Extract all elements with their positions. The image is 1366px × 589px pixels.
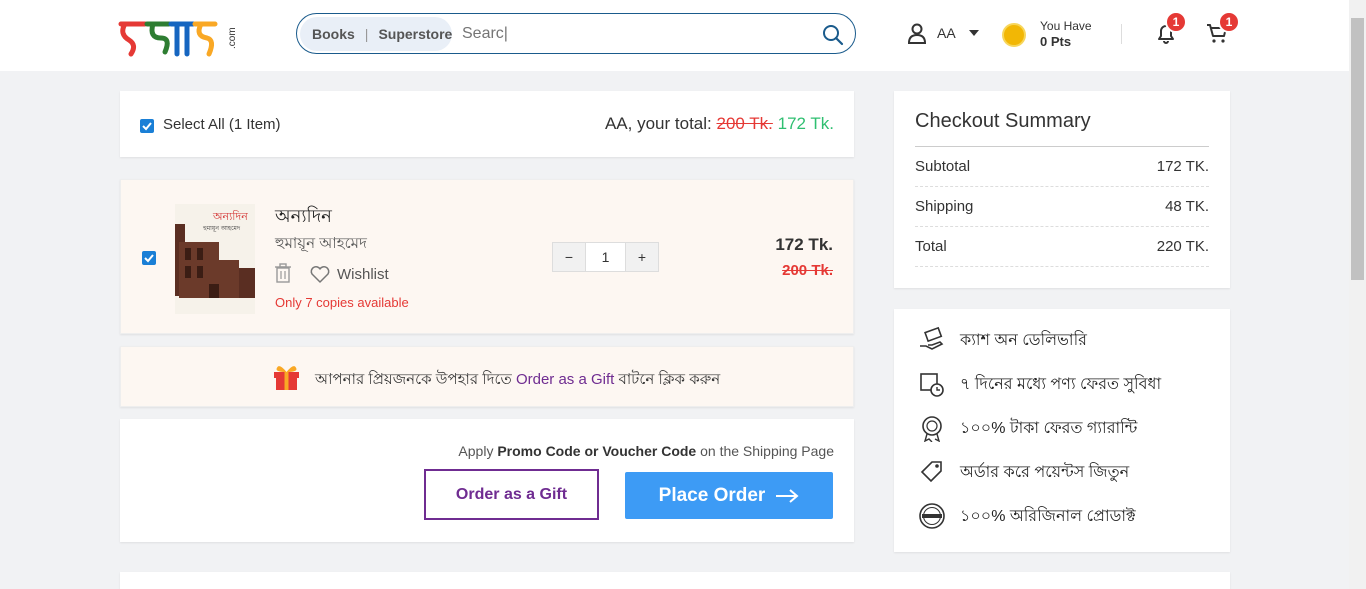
summary-row-shipping: Shipping 48 TK. (915, 187, 1209, 227)
cash-hand-icon (920, 326, 944, 350)
promo-suffix: on the Shipping Page (700, 443, 834, 459)
money-back-icon (922, 416, 942, 442)
benefit-text: ১০০% অরিজিনাল প্রোডাক্ট (960, 507, 1136, 525)
trash-icon[interactable] (275, 263, 291, 283)
benefit-cash-on-delivery: ক্যাশ অন ডেলিভারি (918, 325, 1087, 355)
segment-superstore[interactable]: Superstore (378, 26, 452, 42)
gift-text-after: বাটনে ক্লিক করুন (618, 371, 721, 388)
arrow-right-icon (776, 488, 799, 503)
notification-badge: 1 (1165, 11, 1187, 33)
coin-icon (1002, 23, 1026, 47)
rokomari-logo[interactable]: .com (117, 14, 238, 60)
select-all-label: Select All (1 Item) (163, 116, 281, 133)
bottom-section (120, 572, 1230, 589)
header-divider (1121, 24, 1122, 44)
segment-divider: | (364, 26, 369, 42)
gift-banner-text: আপনার প্রিয়জনকে উপহার দিতে Order as a G… (315, 368, 720, 393)
summary-row-subtotal: Subtotal 172 TK. (915, 147, 1209, 187)
promo-hint: Apply Promo Code or Voucher Code on the … (458, 443, 834, 459)
select-all-bar: Select All (1 Item) AA, your total: 200 … (120, 91, 854, 157)
heart-icon (310, 266, 330, 283)
original-total: 200 Tk. (716, 114, 773, 133)
summary-value: 220 TK. (1156, 238, 1209, 255)
benefit-text: অর্ডার করে পয়েন্টস জিতুন (960, 463, 1130, 481)
search-bar: Books | Superstore (296, 13, 856, 54)
book-author[interactable]: হুমায়ূন আহমেদ (275, 232, 367, 257)
search-category-segment[interactable]: Books | Superstore (300, 17, 452, 51)
original-seal-icon (919, 503, 945, 529)
points-caption: You Have (1040, 19, 1092, 33)
summary-label: Total (915, 238, 947, 255)
promo-prefix: Apply (458, 443, 494, 459)
cart-badge: 1 (1218, 11, 1240, 33)
order-as-gift-button[interactable]: Order as a Gift (424, 469, 599, 520)
search-input[interactable] (462, 22, 802, 46)
user-menu[interactable]: AA (906, 22, 980, 44)
gift-banner: আপনার প্রিয়জনকে উপহার দিতে Order as a G… (120, 346, 854, 407)
svg-text:.com: .com (227, 27, 235, 49)
points-tag-icon (920, 461, 942, 483)
summary-label: Shipping (915, 198, 974, 215)
cover-title: অন্যদিন (212, 210, 248, 223)
top-header: .com Books | Superstore AA You Have 0 Pt… (0, 0, 1349, 71)
discounted-total: 172 Tk. (777, 114, 834, 133)
qty-value[interactable]: 1 (585, 243, 626, 271)
cover-author: হুমায়ূন আহমেদ (202, 225, 241, 232)
gift-icon (274, 366, 299, 390)
book-cover-image[interactable]: অন্যদিন হুমায়ূন আহমেদ (175, 204, 255, 314)
cart-item: অন্যদিন হুমায়ূন আহমেদ অন্যদিন হুমায়ূন … (120, 179, 854, 334)
user-icon (907, 23, 927, 44)
benefit-text: ৭ দিনের মধ্যে পণ্য ফেরত সুবিধা (960, 375, 1162, 393)
return-box-icon (920, 373, 944, 397)
summary-label: Subtotal (915, 158, 971, 175)
wishlist-button[interactable]: Wishlist (309, 264, 389, 284)
benefits-card: ক্যাশ অন ডেলিভারি ৭ দিনের মধ্যে পণ্য ফের… (894, 309, 1230, 552)
promo-bold: Promo Code or Voucher Code (497, 443, 697, 459)
place-order-label: Place Order (658, 484, 766, 506)
user-name: AA (937, 25, 956, 41)
item-checkbox[interactable] (142, 251, 156, 265)
segment-books[interactable]: Books (312, 26, 355, 42)
gift-text-before: আপনার প্রিয়জনকে উপহার দিতে (315, 371, 512, 388)
item-original-price: 200 Tk. (782, 262, 833, 279)
summary-row-total: Total 220 TK. (915, 227, 1209, 267)
benefit-points: অর্ডার করে পয়েন্টস জিতুন (918, 457, 1129, 487)
search-icon[interactable] (821, 23, 845, 47)
order-actions-card: Apply Promo Code or Voucher Code on the … (120, 419, 854, 542)
wishlist-label: Wishlist (337, 265, 389, 283)
select-all-checkbox[interactable] (140, 119, 154, 133)
points-value: 0 Pts (1040, 34, 1072, 49)
qty-increase-button[interactable]: + (626, 243, 658, 271)
summary-title: Checkout Summary (915, 110, 1091, 132)
benefit-text: ১০০% টাকা ফেরত গ্যারান্টি (960, 419, 1138, 437)
gift-text-link[interactable]: Order as a Gift (516, 371, 614, 388)
checkout-summary: Checkout Summary Subtotal 172 TK. Shippi… (894, 91, 1230, 288)
book-title[interactable]: অন্যদিন (275, 202, 332, 233)
item-price: 172 Tk. (775, 235, 833, 254)
cart-total: AA, your total: 200 Tk. 172 Tk. (605, 114, 834, 134)
benefit-money-back: ১০০% টাকা ফেরত গ্যারান্টি (918, 413, 1137, 443)
benefit-return: ৭ দিনের মধ্যে পণ্য ফেরত সুবিধা (918, 369, 1161, 399)
place-order-button[interactable]: Place Order (625, 472, 833, 519)
benefit-original: ১০০% অরিজিনাল প্রোডাক্ট (918, 501, 1136, 531)
total-prefix: AA, your total: (604, 114, 712, 133)
summary-value: 172 TK. (1156, 158, 1209, 175)
summary-value: 48 TK. (1165, 198, 1209, 215)
quantity-stepper: − 1 + (552, 242, 659, 272)
qty-decrease-button[interactable]: − (553, 243, 585, 271)
chevron-down-icon (968, 30, 979, 36)
scrollbar-thumb[interactable] (1351, 18, 1364, 280)
benefit-text: ক্যাশ অন ডেলিভারি (960, 331, 1087, 349)
stock-availability: Only 7 copies available (275, 295, 409, 310)
